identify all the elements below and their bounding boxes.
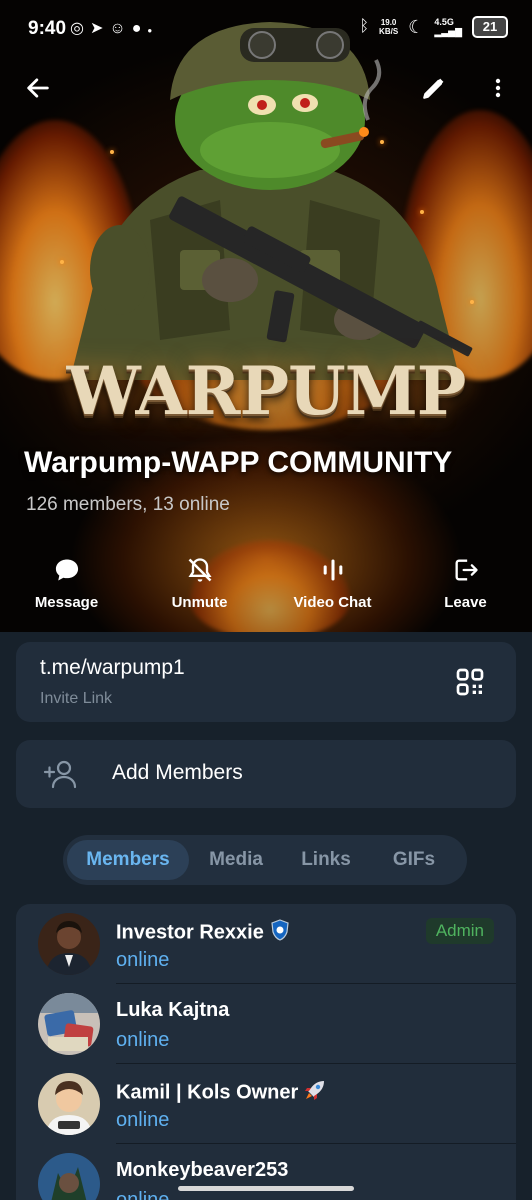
- tab-links[interactable]: Links: [283, 840, 369, 880]
- audio-bars-icon: [317, 554, 349, 586]
- media-tabs: Members Media Links GIFs: [63, 835, 467, 885]
- signal-icon: 4.5G ▂▃▅▇: [434, 17, 462, 37]
- member-row[interactable]: Luka Kajtna online: [16, 984, 516, 1064]
- member-status: online: [116, 1189, 170, 1200]
- add-user-icon: [43, 760, 77, 789]
- avatar: [38, 1153, 100, 1200]
- invite-link-card[interactable]: t.me/warpump1 Invite Link: [16, 642, 516, 722]
- members-list: Investor Rexxie online Admin Luka Kajtna…: [16, 904, 516, 1200]
- tab-gifs[interactable]: GIFs: [371, 840, 457, 880]
- notification-icons: ◎➤☺●●: [70, 18, 158, 38]
- avatar: [38, 993, 100, 1055]
- more-options-button[interactable]: [478, 68, 518, 108]
- pencil-icon: [423, 78, 444, 99]
- snapchat-icon: ☺: [109, 20, 132, 37]
- rocket-emoji-icon: [304, 1079, 326, 1107]
- status-right: ᛒ 19.0 KB/S ☾ 4.5G ▂▃▅▇ 21: [359, 16, 508, 38]
- invite-link-label: Invite Link: [40, 690, 113, 707]
- qr-code-button[interactable]: [454, 666, 486, 698]
- action-row: Message Unmute Video Chat Leave: [0, 548, 532, 620]
- tab-members[interactable]: Members: [67, 840, 189, 880]
- battery-indicator: 21: [472, 16, 508, 38]
- more-dot-icon: ●: [147, 26, 159, 35]
- avatar: [38, 913, 100, 975]
- unmute-button[interactable]: Unmute: [133, 548, 266, 620]
- chat-bubble-icon: [51, 554, 83, 586]
- member-row[interactable]: Kamil | Kols Owner online: [16, 1064, 516, 1144]
- member-status: online: [116, 1029, 170, 1051]
- arrow-left-icon: [27, 78, 49, 98]
- video-chat-button[interactable]: Video Chat: [266, 548, 399, 620]
- group-member-count: 126 members, 13 online: [26, 494, 230, 515]
- bell-off-icon: [184, 554, 216, 586]
- unmute-label: Unmute: [171, 594, 228, 611]
- add-members-label: Add Members: [112, 761, 243, 784]
- tab-media[interactable]: Media: [191, 840, 281, 880]
- avatar: [38, 1073, 100, 1135]
- group-cover: WARPUMP 9:40 ◎➤☺●● ᛒ 19.0 KB/S ☾ 4.5G ▂▃▅…: [0, 0, 532, 632]
- status-time: 9:40: [28, 18, 67, 39]
- member-name: Investor Rexxie: [116, 919, 290, 947]
- group-title: Warpump-WAPP COMMUNITY: [24, 446, 453, 479]
- more-vertical-icon: [495, 78, 501, 98]
- shield-emoji-icon: [270, 919, 290, 947]
- member-status: online: [116, 1109, 170, 1131]
- back-button[interactable]: [18, 68, 58, 108]
- bluetooth-icon: ᛒ: [359, 18, 370, 35]
- whatsapp-icon: ◎: [70, 20, 90, 37]
- video-chat-label: Video Chat: [293, 594, 372, 611]
- edit-button[interactable]: [414, 68, 454, 108]
- qr-code-icon: [456, 668, 484, 696]
- member-name: Luka Kajtna: [116, 999, 230, 1021]
- exit-icon: [450, 554, 482, 586]
- admin-badge: Admin: [425, 918, 494, 944]
- status-bar: 9:40 ◎➤☺●● ᛒ 19.0 KB/S ☾ 4.5G ▂▃▅▇ 21: [0, 0, 532, 60]
- member-row[interactable]: Monkeybeaver253 online: [16, 1144, 516, 1200]
- message-label: Message: [34, 594, 99, 611]
- member-name: Kamil | Kols Owner: [116, 1079, 326, 1107]
- leave-button[interactable]: Leave: [399, 548, 532, 620]
- moon-icon: ☾: [408, 16, 425, 37]
- home-indicator[interactable]: [178, 1186, 354, 1191]
- telegram-icon: ➤: [89, 20, 110, 37]
- chat-notification-icon: ●: [131, 20, 148, 37]
- warpump-logo: WARPUMP: [66, 352, 467, 430]
- member-row[interactable]: Investor Rexxie online Admin: [16, 904, 516, 984]
- message-button[interactable]: Message: [0, 548, 133, 620]
- network-speed: 19.0 KB/S: [379, 18, 399, 36]
- invite-link-url[interactable]: t.me/warpump1: [40, 656, 185, 680]
- member-name: Monkeybeaver253: [116, 1159, 289, 1181]
- leave-label: Leave: [444, 594, 487, 611]
- add-members-button[interactable]: Add Members: [16, 740, 516, 808]
- member-status: online: [116, 949, 170, 971]
